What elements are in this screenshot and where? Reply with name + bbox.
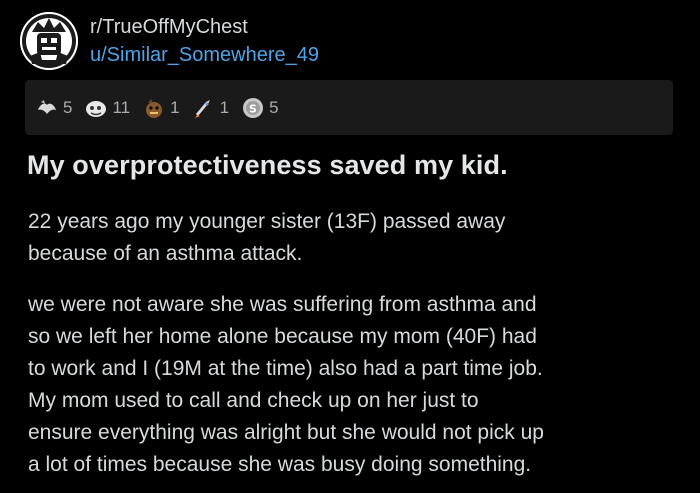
wholesome-award-icon xyxy=(38,99,56,114)
bravo-award-icon xyxy=(86,100,107,117)
award-count: 5 xyxy=(63,97,73,117)
svg-text:S: S xyxy=(249,102,257,115)
silver-award-icon: S xyxy=(243,97,264,118)
award-count: 5 xyxy=(269,97,279,117)
text-line: because of an asthma attack. xyxy=(28,242,303,265)
awards-bar[interactable]: 5 11 1 1 S 5 xyxy=(25,80,673,135)
award-wholesome[interactable]: 5 xyxy=(35,96,72,120)
award-helpful[interactable]: 1 xyxy=(142,96,180,120)
post-body-paragraph-1: 22 years ago my younger sister (13F) pas… xyxy=(28,206,688,270)
author-username-link[interactable]: u/Similar_Somewhere_49 xyxy=(90,45,319,65)
post-body-paragraph-2: we were not aware she was suffering from… xyxy=(28,289,688,481)
award-count: 1 xyxy=(219,97,230,117)
award-rocket[interactable]: 1 xyxy=(192,96,229,120)
text-line: a lot of times because she was busy doin… xyxy=(28,453,532,476)
rocket-award-icon xyxy=(194,99,210,118)
text-line: to work and I (19M at the time) also had… xyxy=(28,357,543,380)
helpful-award-icon xyxy=(146,98,163,118)
text-line: ensure everything was alright but she wo… xyxy=(28,421,544,444)
post-header: r/TrueOffMyChest u/Similar_Somewhere_49 xyxy=(20,12,319,70)
text-line: so we left her home alone because my mom… xyxy=(28,325,537,348)
award-count: 11 xyxy=(112,97,131,117)
text-line: 22 years ago my younger sister (13F) pas… xyxy=(28,210,506,233)
subreddit-avatar[interactable] xyxy=(20,12,78,70)
text-line: My mom used to call and check up on her … xyxy=(28,389,479,412)
post-title[interactable]: My overprotectiveness saved my kid. xyxy=(27,150,508,181)
award-bravo[interactable]: 11 xyxy=(84,96,130,120)
subreddit-link[interactable]: r/TrueOffMyChest xyxy=(90,17,319,37)
award-silver[interactable]: S 5 xyxy=(241,96,279,120)
award-count: 1 xyxy=(170,97,180,117)
text-line: we were not aware she was suffering from… xyxy=(28,293,537,316)
avatar-icon xyxy=(20,12,78,70)
